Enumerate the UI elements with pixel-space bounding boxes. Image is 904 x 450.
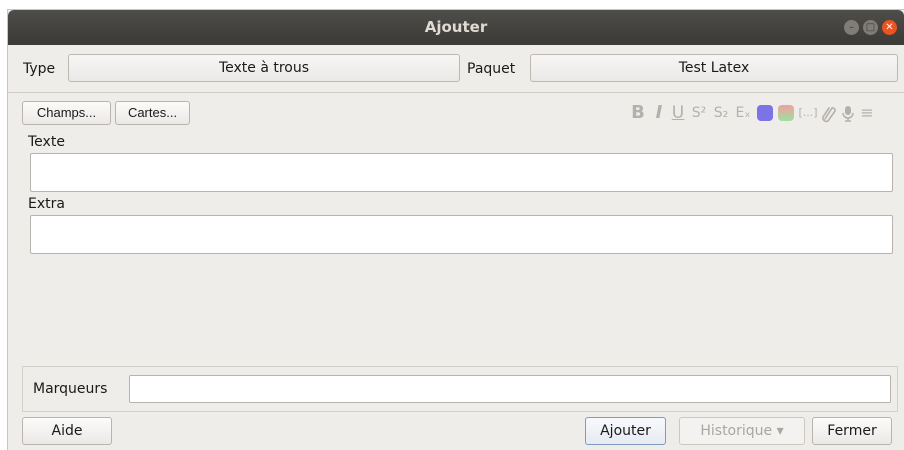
tags-input[interactable] [129, 375, 891, 403]
maximize-icon: □ [865, 22, 876, 33]
add-note-window: Ajouter – □ ✕ Type Texte à trous Paquet … [8, 10, 904, 450]
text-color-icon[interactable] [756, 101, 774, 125]
subscript-icon[interactable]: S₂ [711, 101, 731, 125]
deck-label: Paquet [467, 61, 516, 77]
close-icon: ✕ [885, 22, 894, 33]
type-label: Type [23, 61, 56, 77]
texte-field[interactable] [30, 153, 893, 192]
maximize-button[interactable]: □ [863, 20, 878, 35]
italic-icon[interactable]: I [652, 101, 666, 125]
help-button[interactable]: Aide [22, 417, 112, 445]
deck-selector[interactable]: Test Latex [530, 54, 898, 82]
field-label-texte: Texte [28, 134, 65, 150]
minimize-icon: – [849, 22, 854, 33]
attach-icon[interactable] [821, 101, 837, 125]
field-label-extra: Extra [28, 196, 65, 212]
cloze-icon[interactable]: [...] [797, 101, 819, 125]
fields-button[interactable]: Champs... [22, 101, 111, 125]
close-window-button[interactable]: ✕ [882, 20, 897, 35]
title-bar[interactable]: Ajouter – □ ✕ [8, 10, 904, 45]
cards-button[interactable]: Cartes... [115, 101, 190, 125]
add-button[interactable]: Ajouter [585, 417, 666, 445]
note-type-selector[interactable]: Texte à trous [68, 54, 460, 82]
clear-format-icon[interactable]: Eₓ [733, 101, 753, 125]
extra-field[interactable] [30, 215, 893, 254]
underline-icon[interactable]: U [671, 101, 685, 125]
superscript-icon[interactable]: S² [689, 101, 709, 125]
microphone-icon[interactable] [840, 101, 856, 125]
history-button[interactable]: Historique ▾ [679, 417, 805, 445]
divider [8, 92, 904, 93]
window-title: Ajouter [424, 18, 488, 36]
minimize-button[interactable]: – [844, 20, 859, 35]
bold-icon[interactable]: B [630, 101, 646, 125]
menu-icon[interactable]: ≡ [859, 101, 875, 125]
highlight-color-icon[interactable] [777, 101, 795, 125]
close-button[interactable]: Fermer [812, 417, 892, 445]
tags-label: Marqueurs [33, 381, 108, 397]
